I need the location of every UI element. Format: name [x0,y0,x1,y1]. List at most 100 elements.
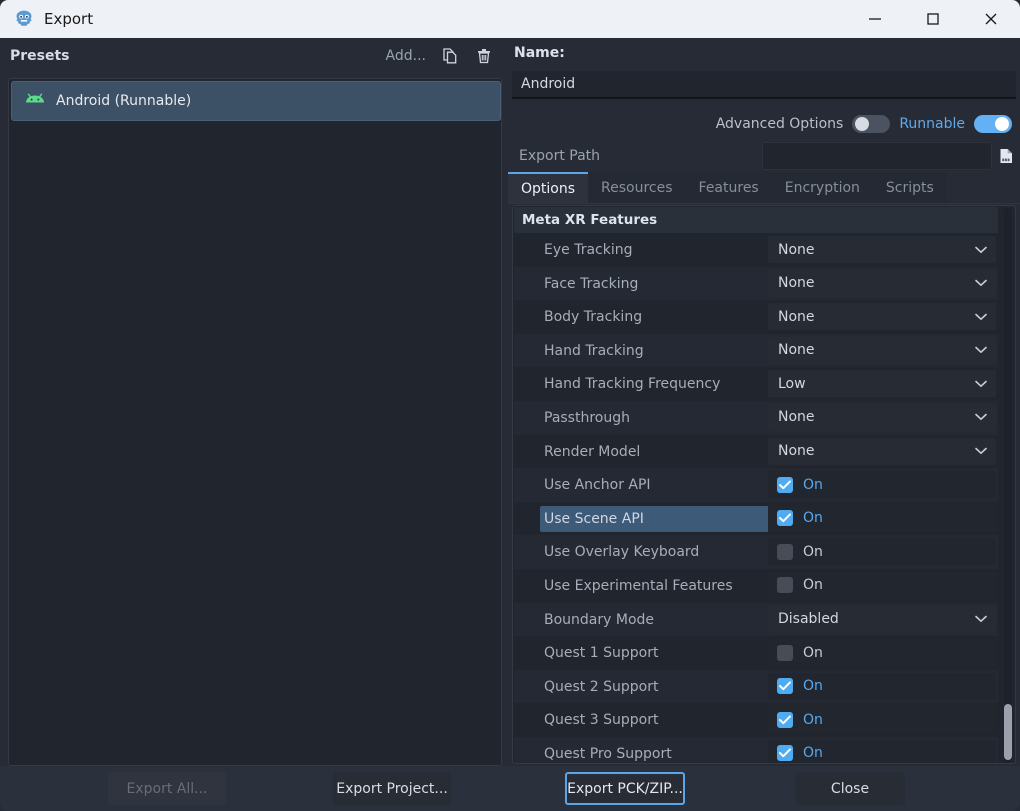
export-all-button[interactable]: Export All... [108,772,226,805]
add-preset-button[interactable]: Add... [386,48,426,64]
details-tabs: Options Resources Features Encryption Sc… [508,172,1020,204]
option-value[interactable]: On [768,672,996,700]
option-value[interactable]: On [768,639,996,667]
option-row[interactable]: Quest Pro Support On [514,736,998,763]
option-value[interactable]: None [768,336,996,364]
minimize-button[interactable] [846,0,904,38]
duplicate-preset-button[interactable] [440,46,460,66]
option-row[interactable]: Quest 2 Support On [514,669,998,704]
option-row[interactable]: Passthrough None [514,400,998,435]
checkbox-checked-icon[interactable] [777,476,793,493]
export-pck-zip-button[interactable]: Export PCK/ZIP... [565,772,685,805]
name-label: Name: [514,45,565,61]
option-value[interactable]: On [768,471,996,499]
checkbox-unchecked-icon[interactable] [777,543,793,560]
tab-encryption[interactable]: Encryption [771,172,873,203]
toggles-row: Advanced Options Runnable [508,108,1020,140]
presets-pane: Presets Add... Android (Runnable) [0,38,508,766]
dropdown-value: None [778,308,815,325]
title-bar: Export [0,0,1020,38]
chevron-down-icon [975,447,987,455]
export-path-browse-button[interactable] [994,142,1018,170]
chevron-down-icon [975,346,987,354]
delete-preset-button[interactable] [474,46,494,66]
option-dropdown[interactable]: None [768,236,996,263]
option-label: Passthrough [544,409,630,426]
presets-list[interactable]: Android (Runnable) [8,78,502,766]
option-row[interactable]: Eye Tracking None [514,233,998,267]
option-row[interactable]: Use Anchor API On [514,468,998,502]
option-dropdown[interactable]: None [768,303,996,331]
checkbox-checked-icon[interactable] [777,711,793,728]
preset-item-android[interactable]: Android (Runnable) [11,81,501,121]
option-value[interactable]: On [768,739,996,763]
option-value[interactable]: Low [768,370,996,398]
option-checkbox-cell[interactable]: On [768,572,823,599]
preset-name-input[interactable] [512,71,1016,99]
option-value[interactable]: On [768,538,996,566]
option-row[interactable]: Use Scene API On [514,502,998,536]
maximize-button[interactable] [904,0,962,38]
option-checkbox-cell[interactable]: On [768,639,823,666]
tab-resources[interactable]: Resources [588,172,686,203]
checkbox-unchecked-icon[interactable] [777,644,793,661]
option-value[interactable]: None [768,236,996,263]
option-row[interactable]: Hand Tracking Frequency Low [514,367,998,401]
options-scrollbar[interactable] [1004,208,1012,763]
option-row[interactable]: Use Overlay Keyboard On [514,535,998,569]
option-dropdown[interactable]: Disabled [768,605,996,633]
option-value[interactable]: None [768,403,996,431]
option-row[interactable]: Face Tracking None [514,266,998,301]
option-value[interactable]: On [768,504,996,532]
close-icon [985,13,997,25]
runnable-toggle[interactable] [974,115,1012,133]
preset-toolbar: Add... [386,46,494,66]
option-checkbox-cell[interactable]: On [768,538,823,565]
option-dropdown[interactable]: None [768,437,996,465]
tab-scripts[interactable]: Scripts [872,172,947,203]
option-value[interactable]: None [768,437,996,465]
option-value[interactable]: On [768,571,996,599]
option-value[interactable]: None [768,269,996,297]
close-dialog-button[interactable]: Close [795,772,905,805]
option-label: Quest 2 Support [544,678,659,695]
option-dropdown[interactable]: Low [768,370,996,398]
option-label: Use Overlay Keyboard [544,544,700,561]
checkbox-label: On [803,510,823,527]
godot-icon [16,10,32,26]
preset-item-label: Android (Runnable) [56,93,192,109]
tab-options[interactable]: Options [508,172,589,203]
option-row[interactable]: Render Model None [514,435,998,469]
option-label: Hand Tracking Frequency [544,376,721,393]
checkbox-unchecked-icon[interactable] [777,577,793,594]
dropdown-value: None [778,342,815,359]
option-checkbox-cell[interactable]: On [768,673,823,700]
option-row[interactable]: Quest 1 Support On [514,636,998,670]
checkbox-checked-icon[interactable] [777,678,793,695]
option-checkbox-cell[interactable]: On [768,740,823,763]
close-button[interactable] [962,0,1020,38]
option-row[interactable]: Body Tracking None [514,300,998,334]
option-checkbox-cell[interactable]: On [768,505,823,532]
option-row[interactable]: Use Experimental Features On [514,569,998,603]
option-dropdown[interactable]: None [768,269,996,297]
advanced-options-toggle[interactable] [852,115,891,133]
section-header-meta-xr[interactable]: Meta XR Features [514,207,998,233]
checkbox-checked-icon[interactable] [777,745,793,762]
option-label: Quest Pro Support [544,745,672,762]
checkbox-checked-icon[interactable] [777,510,793,527]
options-scrollbar-thumb[interactable] [1004,704,1012,760]
export-path-input[interactable] [762,142,992,170]
option-value[interactable]: Disabled [768,605,996,633]
option-checkbox-cell[interactable]: On [768,471,823,498]
option-dropdown[interactable]: None [768,336,996,364]
option-row[interactable]: Quest 3 Support On [514,703,998,737]
option-row[interactable]: Boundary Mode Disabled [514,602,998,637]
tab-features[interactable]: Features [685,172,772,203]
option-dropdown[interactable]: None [768,403,996,431]
option-row[interactable]: Hand Tracking None [514,333,998,368]
option-checkbox-cell[interactable]: On [768,706,823,733]
option-value[interactable]: On [768,706,996,734]
option-value[interactable]: None [768,303,996,331]
export-project-button[interactable]: Export Project... [333,772,451,805]
